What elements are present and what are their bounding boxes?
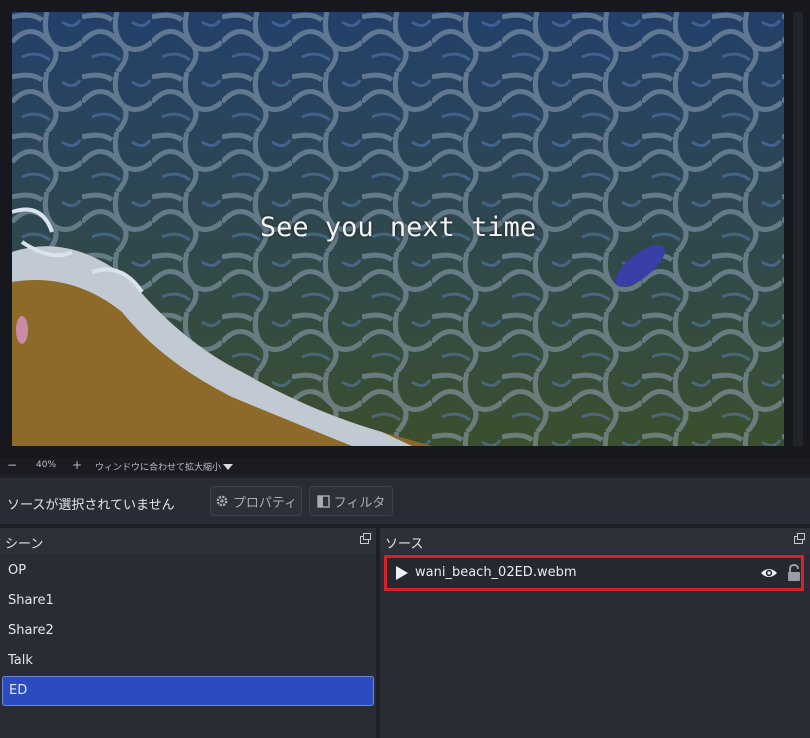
filters-label: フィルタ	[333, 495, 386, 511]
scene-item-talk[interactable]: Talk	[0, 646, 376, 676]
eye-icon[interactable]	[760, 566, 778, 580]
play-icon	[396, 566, 408, 580]
zoom-out-button[interactable]: −	[7, 458, 17, 472]
scenes-panel-title: シーン	[5, 537, 44, 552]
scenes-panel: シーン OP Share1 Share2 Talk ED	[0, 528, 376, 738]
source-item-label: wani_beach_02ED.webm	[415, 565, 577, 580]
filters-button[interactable]: フィルタ	[309, 486, 393, 516]
zoom-dropdown-icon[interactable]	[220, 460, 236, 473]
scene-item-op[interactable]: OP	[0, 556, 376, 586]
program-preview-canvas[interactable]: See you next time	[12, 12, 784, 446]
filter-icon	[316, 494, 330, 508]
sources-panel-title: ソース	[385, 537, 424, 552]
scene-item-share1[interactable]: Share1	[0, 586, 376, 616]
zoom-in-button[interactable]: +	[72, 458, 82, 472]
scene-item-ed[interactable]: ED	[2, 676, 374, 706]
sources-panel: ソース wani_beach_02ED.webm	[380, 528, 810, 738]
scenes-panel-header: シーン	[0, 528, 376, 554]
preview-scrollbar[interactable]	[793, 12, 803, 446]
properties-button[interactable]: プロパティ	[210, 486, 302, 516]
sources-panel-header: ソース	[380, 528, 810, 554]
zoom-bar: − 40% + ウィンドウに合わせて拡大縮小	[0, 458, 810, 475]
fit-to-window-label[interactable]: ウィンドウに合わせて拡大縮小	[95, 460, 221, 473]
undock-icon[interactable]	[794, 533, 805, 544]
no-source-selected-label: ソースが選択されていません	[7, 498, 175, 513]
scene-list: OP Share1 Share2 Talk ED	[0, 556, 376, 706]
undock-icon[interactable]	[360, 533, 371, 544]
properties-label: プロパティ	[232, 495, 298, 511]
source-toolbar: ソースが選択されていません プロパティ フィルタ	[0, 478, 810, 524]
preview-area: See you next time	[0, 0, 810, 458]
zoom-level: 40%	[36, 460, 57, 470]
scene-item-share2[interactable]: Share2	[0, 616, 376, 646]
gear-icon	[216, 495, 228, 507]
preview-overlay-text: See you next time	[259, 212, 537, 243]
lock-icon[interactable]	[787, 564, 801, 581]
source-item[interactable]: wani_beach_02ED.webm	[384, 555, 804, 591]
